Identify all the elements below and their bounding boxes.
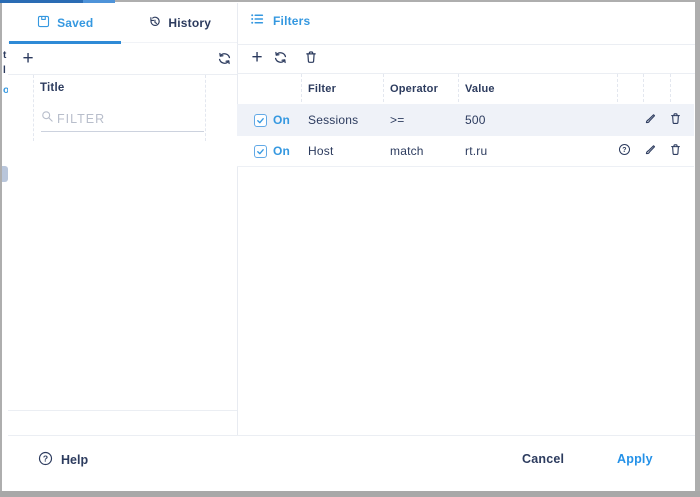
brush-icon [644,143,657,159]
tab-history-label: History [168,16,211,30]
row-filter-name: Sessions [308,104,358,136]
row-state-label[interactable]: On [273,136,290,166]
screen: t l o Saved [0,0,700,497]
edit-filter-button[interactable] [643,104,657,136]
plus-icon: + [22,50,33,68]
panel-divider [237,3,238,435]
row-state-label[interactable]: On [273,104,290,136]
delete-filter-button[interactable] [668,136,682,166]
left-table-column-border [205,75,206,141]
tab-saved[interactable]: Saved [8,3,123,42]
add-filter-button[interactable]: + [246,47,268,69]
help-label: Help [61,453,88,467]
refresh-icon [217,51,232,69]
row-operator: >= [390,104,404,136]
help-circle-icon: ? [38,451,53,469]
footer-divider [8,435,695,436]
filter-row-sessions: On Sessions >= 500 [237,104,694,136]
filters-panel-title: Filters [273,14,310,28]
background-text-fragment: t [3,50,6,61]
refresh-icon [273,50,288,68]
filter-help-button[interactable]: ? [617,136,631,166]
refresh-filters-button[interactable] [272,50,289,67]
refresh-saved-button[interactable] [216,51,233,68]
window-border [695,0,700,497]
saved-title-filter-field [41,106,204,132]
filters-panel-header: Filters [250,12,310,29]
row-value: 500 [465,104,486,136]
row-operator: match [390,136,424,166]
help-button[interactable]: ? Help [38,451,88,469]
question-circle-icon: ? [618,143,631,159]
column-header-value: Value [465,81,495,97]
tab-saved-label: Saved [57,16,93,30]
row-filter-name: Host [308,136,333,166]
window-border [0,491,700,497]
delete-filter-button[interactable] [668,104,682,136]
plus-icon: + [251,49,262,67]
row-value: rt.ru [465,136,487,166]
brush-icon [644,112,657,128]
delete-filters-button[interactable] [303,50,319,66]
add-saved-filter-button[interactable]: + [17,48,39,70]
column-header-operator: Operator [390,81,438,97]
svg-text:?: ? [622,147,626,154]
left-table-column-border [33,75,34,141]
list-icon [250,12,264,29]
trash-icon [304,50,318,67]
filters-toolbar-divider [237,73,695,74]
edit-filter-button[interactable] [643,136,657,166]
trash-icon [669,112,682,128]
history-icon [148,15,161,31]
cancel-button[interactable]: Cancel [522,452,564,466]
svg-text:?: ? [43,454,48,464]
filters-dialog: Saved History + [8,3,695,491]
filter-row-host: On Host match rt.ru ? [237,136,694,167]
search-icon [41,110,54,128]
window-border [0,0,2,497]
background-text-fragment: l [3,65,6,76]
page-loading-progress-bar [0,0,115,3]
save-icon [37,15,50,31]
row-enabled-checkbox[interactable] [254,114,267,127]
trash-icon [669,143,682,159]
apply-button[interactable]: Apply [617,452,653,466]
check-icon [256,147,265,156]
left-panel-divider [8,74,237,75]
tab-history[interactable]: History [123,3,238,42]
filters-header-divider [237,44,695,45]
check-icon [256,116,265,125]
saved-table-title-header: Title [40,82,64,94]
left-panel-bottom-border [8,410,237,411]
row-enabled-checkbox[interactable] [254,145,267,158]
saved-history-tabs: Saved History [8,3,237,43]
saved-title-filter-input[interactable] [57,112,204,126]
column-header-filter: Filter [308,81,336,97]
